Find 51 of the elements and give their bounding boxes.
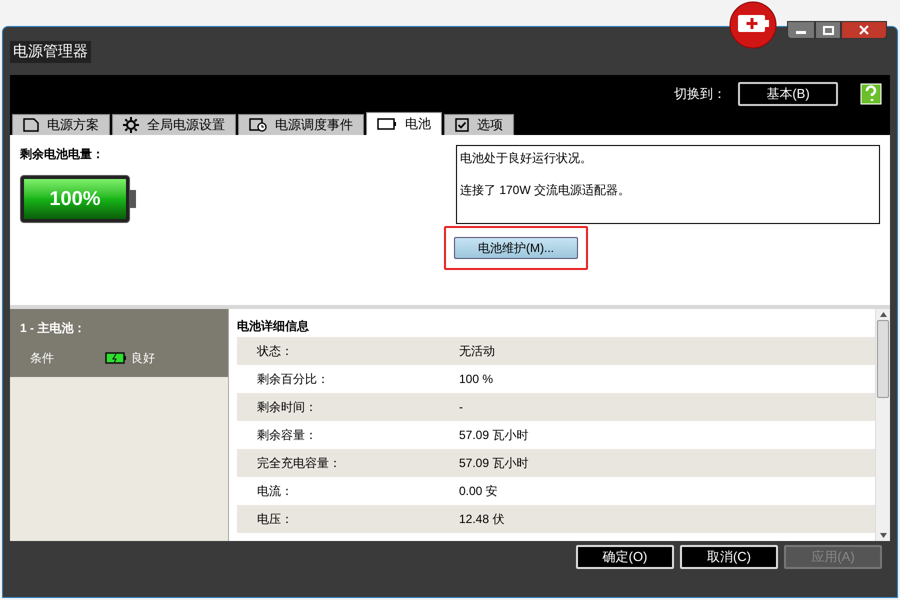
tab[interactable]: 电源方案 xyxy=(12,114,110,135)
detail-label: 剩余时间： xyxy=(256,399,318,416)
detail-label: 状态： xyxy=(256,343,294,360)
mode-button[interactable]: 基本(B) xyxy=(738,82,838,106)
close-icon xyxy=(859,25,869,35)
tab[interactable]: 电池 xyxy=(366,112,442,135)
condition-value: 良好 xyxy=(131,350,155,367)
calendar-clock-icon xyxy=(249,118,267,132)
charge-label: 剩余电池电量： xyxy=(20,146,105,163)
detail-label: 电流： xyxy=(256,483,294,500)
window-title: 电源管理器 xyxy=(10,40,91,64)
battery-list-item[interactable]: 1 - 主电池： 条件 良好 xyxy=(10,309,228,377)
checkbox-icon xyxy=(455,118,469,132)
detail-value: 57.09 瓦小时 xyxy=(459,427,528,444)
battery-maintenance-button[interactable]: 电池维护(M)... xyxy=(454,237,578,259)
detail-value: - xyxy=(459,399,463,416)
tab[interactable]: 全局电源设置 xyxy=(112,114,236,135)
maximize-icon xyxy=(822,26,834,34)
battery-name: 1 - 主电池： xyxy=(20,320,86,337)
charge-reading: 100% xyxy=(49,187,101,212)
close-button[interactable] xyxy=(841,21,887,39)
detail-value: 0.00 安 xyxy=(459,483,498,500)
detail-value: 12.48 伏 xyxy=(459,511,504,528)
detail-label: 剩余容量： xyxy=(256,427,318,444)
detail-label: 剩余百分比： xyxy=(256,371,330,388)
detail-value: 100 % xyxy=(459,371,494,388)
status-text: 电池处于良好运行状况。 xyxy=(460,150,593,167)
detail-label: 完全充电容量： xyxy=(256,455,342,472)
tab[interactable]: 电源调度事件 xyxy=(238,114,364,135)
tab[interactable]: 选项 xyxy=(444,114,514,135)
details-title: 电池详细信息 xyxy=(237,318,310,335)
status-text: 连接了 170W 交流电源适配器。 xyxy=(460,182,632,199)
detail-value: 无活动 xyxy=(459,343,495,360)
scroll-down-icon[interactable] xyxy=(880,533,886,538)
document-icon xyxy=(23,118,39,132)
battery-icon xyxy=(377,118,397,130)
scroll-up-icon[interactable] xyxy=(880,312,886,317)
minimize-button[interactable] xyxy=(787,21,815,39)
gear-icon xyxy=(123,117,139,133)
scrollbar-thumb[interactable] xyxy=(877,320,889,398)
condition-label: 条件 xyxy=(30,350,55,367)
scrollbar[interactable] xyxy=(875,309,890,541)
detail-value: 57.09 瓦小时 xyxy=(459,455,528,472)
battery-charging-icon xyxy=(105,352,127,364)
help-icon[interactable] xyxy=(860,82,882,104)
dialog-button[interactable]: 确定(O) xyxy=(576,545,674,569)
maximize-button[interactable] xyxy=(815,21,841,39)
detail-label: 电压： xyxy=(256,511,294,528)
minimize-icon xyxy=(796,30,806,34)
dialog-button[interactable]: 取消(C) xyxy=(680,545,778,569)
switch-label: 切换到： xyxy=(674,84,726,103)
